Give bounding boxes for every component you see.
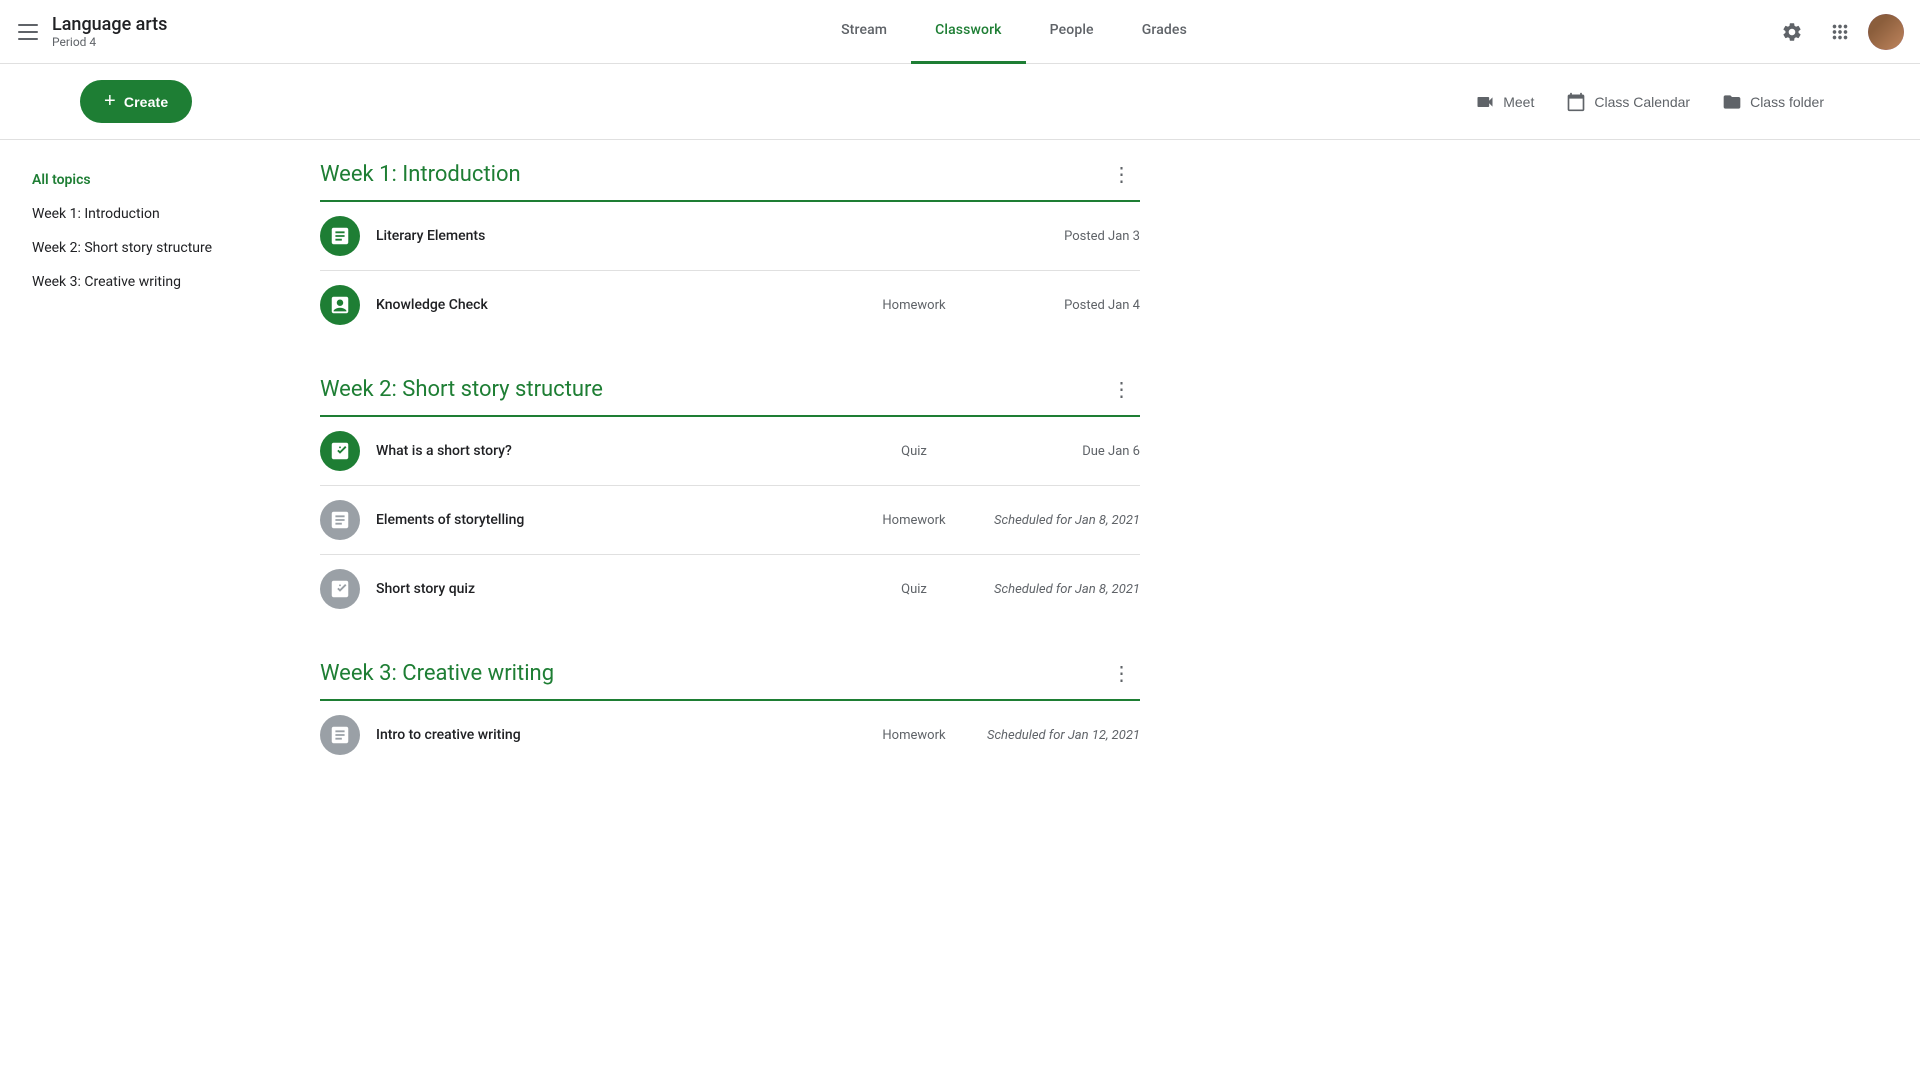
quiz-assignment-icon bbox=[329, 294, 351, 316]
tab-people[interactable]: People bbox=[1026, 0, 1118, 64]
section-week1-title: Week 1: Introduction bbox=[320, 162, 521, 187]
intro-creative-writing-name: Intro to creative writing bbox=[376, 727, 848, 743]
assignment-literary-elements[interactable]: Literary Elements Posted Jan 3 bbox=[320, 202, 1140, 271]
main-content: Week 1: Introduction ⋮ Literary Elements… bbox=[280, 140, 1180, 841]
meet-icon bbox=[1475, 92, 1495, 112]
sidebar-item-all-topics[interactable]: All topics bbox=[16, 164, 264, 196]
folder-icon bbox=[1722, 92, 1742, 112]
literary-elements-icon bbox=[320, 216, 360, 256]
gear-icon bbox=[1781, 21, 1803, 43]
assignment-gray-icon bbox=[329, 509, 351, 531]
assignment-short-story-quiz[interactable]: Short story quiz Quiz Scheduled for Jan … bbox=[320, 555, 1140, 623]
sidebar-item-week3[interactable]: Week 3: Creative writing bbox=[16, 266, 264, 298]
nav-left: Language arts Period 4 bbox=[16, 14, 256, 49]
calendar-button[interactable]: Class Calendar bbox=[1550, 84, 1706, 120]
folder-label: Class folder bbox=[1750, 94, 1824, 110]
apps-button[interactable] bbox=[1820, 12, 1860, 52]
section-week1-header: Week 1: Introduction ⋮ bbox=[320, 156, 1140, 202]
section-week2-header: Week 2: Short story structure ⋮ bbox=[320, 371, 1140, 417]
toolbar: + Create Meet Class Calendar Class folde… bbox=[0, 64, 1920, 140]
section-week2: Week 2: Short story structure ⋮ What is … bbox=[320, 371, 1140, 623]
what-is-short-story-icon bbox=[320, 431, 360, 471]
section-week1: Week 1: Introduction ⋮ Literary Elements… bbox=[320, 156, 1140, 339]
elements-storytelling-type: Homework bbox=[864, 513, 964, 528]
calendar-label: Class Calendar bbox=[1594, 94, 1690, 110]
top-nav: Language arts Period 4 Stream Classwork … bbox=[0, 0, 1920, 64]
assignment-gray2-icon bbox=[329, 724, 351, 746]
create-plus-icon: + bbox=[104, 90, 116, 113]
sidebar-item-week2[interactable]: Week 2: Short story structure bbox=[16, 232, 264, 264]
meet-button[interactable]: Meet bbox=[1459, 84, 1550, 120]
app-title-block: Language arts Period 4 bbox=[52, 14, 167, 49]
knowledge-check-type: Homework bbox=[864, 298, 964, 313]
app-subtitle: Period 4 bbox=[52, 35, 167, 49]
knowledge-check-date: Posted Jan 4 bbox=[980, 298, 1140, 313]
sidebar: All topics Week 1: Introduction Week 2: … bbox=[0, 140, 280, 841]
assignment-knowledge-check[interactable]: Knowledge Check Homework Posted Jan 4 bbox=[320, 271, 1140, 339]
quiz-icon bbox=[329, 440, 351, 462]
section-week2-title: Week 2: Short story structure bbox=[320, 377, 603, 402]
toolbar-actions: Meet Class Calendar Class folder bbox=[1459, 84, 1840, 120]
avatar[interactable] bbox=[1868, 14, 1904, 50]
what-is-short-story-date: Due Jan 6 bbox=[980, 444, 1140, 459]
elements-storytelling-date: Scheduled for Jan 8, 2021 bbox=[980, 513, 1140, 528]
sidebar-item-week1[interactable]: Week 1: Introduction bbox=[16, 198, 264, 230]
tab-stream[interactable]: Stream bbox=[817, 0, 911, 64]
elements-storytelling-icon bbox=[320, 500, 360, 540]
create-label: Create bbox=[124, 94, 168, 110]
intro-creative-writing-type: Homework bbox=[864, 728, 964, 743]
knowledge-check-name: Knowledge Check bbox=[376, 297, 848, 313]
calendar-icon bbox=[1566, 92, 1586, 112]
short-story-quiz-name: Short story quiz bbox=[376, 581, 848, 597]
assignment-icon bbox=[329, 225, 351, 247]
section-week3-header: Week 3: Creative writing ⋮ bbox=[320, 655, 1140, 701]
assignment-intro-creative-writing[interactable]: Intro to creative writing Homework Sched… bbox=[320, 701, 1140, 769]
intro-creative-writing-date: Scheduled for Jan 12, 2021 bbox=[980, 728, 1140, 743]
intro-creative-writing-icon bbox=[320, 715, 360, 755]
app-title: Language arts bbox=[52, 14, 167, 35]
section-week1-more-button[interactable]: ⋮ bbox=[1104, 156, 1140, 192]
settings-button[interactable] bbox=[1772, 12, 1812, 52]
assignment-elements-storytelling[interactable]: Elements of storytelling Homework Schedu… bbox=[320, 486, 1140, 555]
elements-storytelling-name: Elements of storytelling bbox=[376, 512, 848, 528]
literary-elements-name: Literary Elements bbox=[376, 228, 848, 244]
nav-tabs: Stream Classwork People Grades bbox=[256, 0, 1772, 64]
short-story-quiz-type: Quiz bbox=[864, 582, 964, 597]
section-week3-more-button[interactable]: ⋮ bbox=[1104, 655, 1140, 691]
assignment-what-is-short-story[interactable]: What is a short story? Quiz Due Jan 6 bbox=[320, 417, 1140, 486]
literary-elements-date: Posted Jan 3 bbox=[980, 229, 1140, 244]
meet-label: Meet bbox=[1503, 94, 1534, 110]
what-is-short-story-name: What is a short story? bbox=[376, 443, 848, 459]
avatar-image bbox=[1868, 14, 1904, 50]
quiz-gray-icon bbox=[329, 578, 351, 600]
short-story-quiz-date: Scheduled for Jan 8, 2021 bbox=[980, 582, 1140, 597]
apps-icon bbox=[1829, 21, 1851, 43]
folder-button[interactable]: Class folder bbox=[1706, 84, 1840, 120]
create-button[interactable]: + Create bbox=[80, 80, 192, 123]
tab-classwork[interactable]: Classwork bbox=[911, 0, 1026, 64]
tab-grades[interactable]: Grades bbox=[1118, 0, 1211, 64]
short-story-quiz-icon bbox=[320, 569, 360, 609]
section-week3: Week 3: Creative writing ⋮ Intro to crea… bbox=[320, 655, 1140, 769]
section-week3-title: Week 3: Creative writing bbox=[320, 661, 554, 686]
knowledge-check-icon bbox=[320, 285, 360, 325]
what-is-short-story-type: Quiz bbox=[864, 444, 964, 459]
nav-right bbox=[1772, 12, 1904, 52]
menu-icon[interactable] bbox=[16, 20, 40, 44]
main-layout: All topics Week 1: Introduction Week 2: … bbox=[0, 140, 1920, 841]
section-week2-more-button[interactable]: ⋮ bbox=[1104, 371, 1140, 407]
